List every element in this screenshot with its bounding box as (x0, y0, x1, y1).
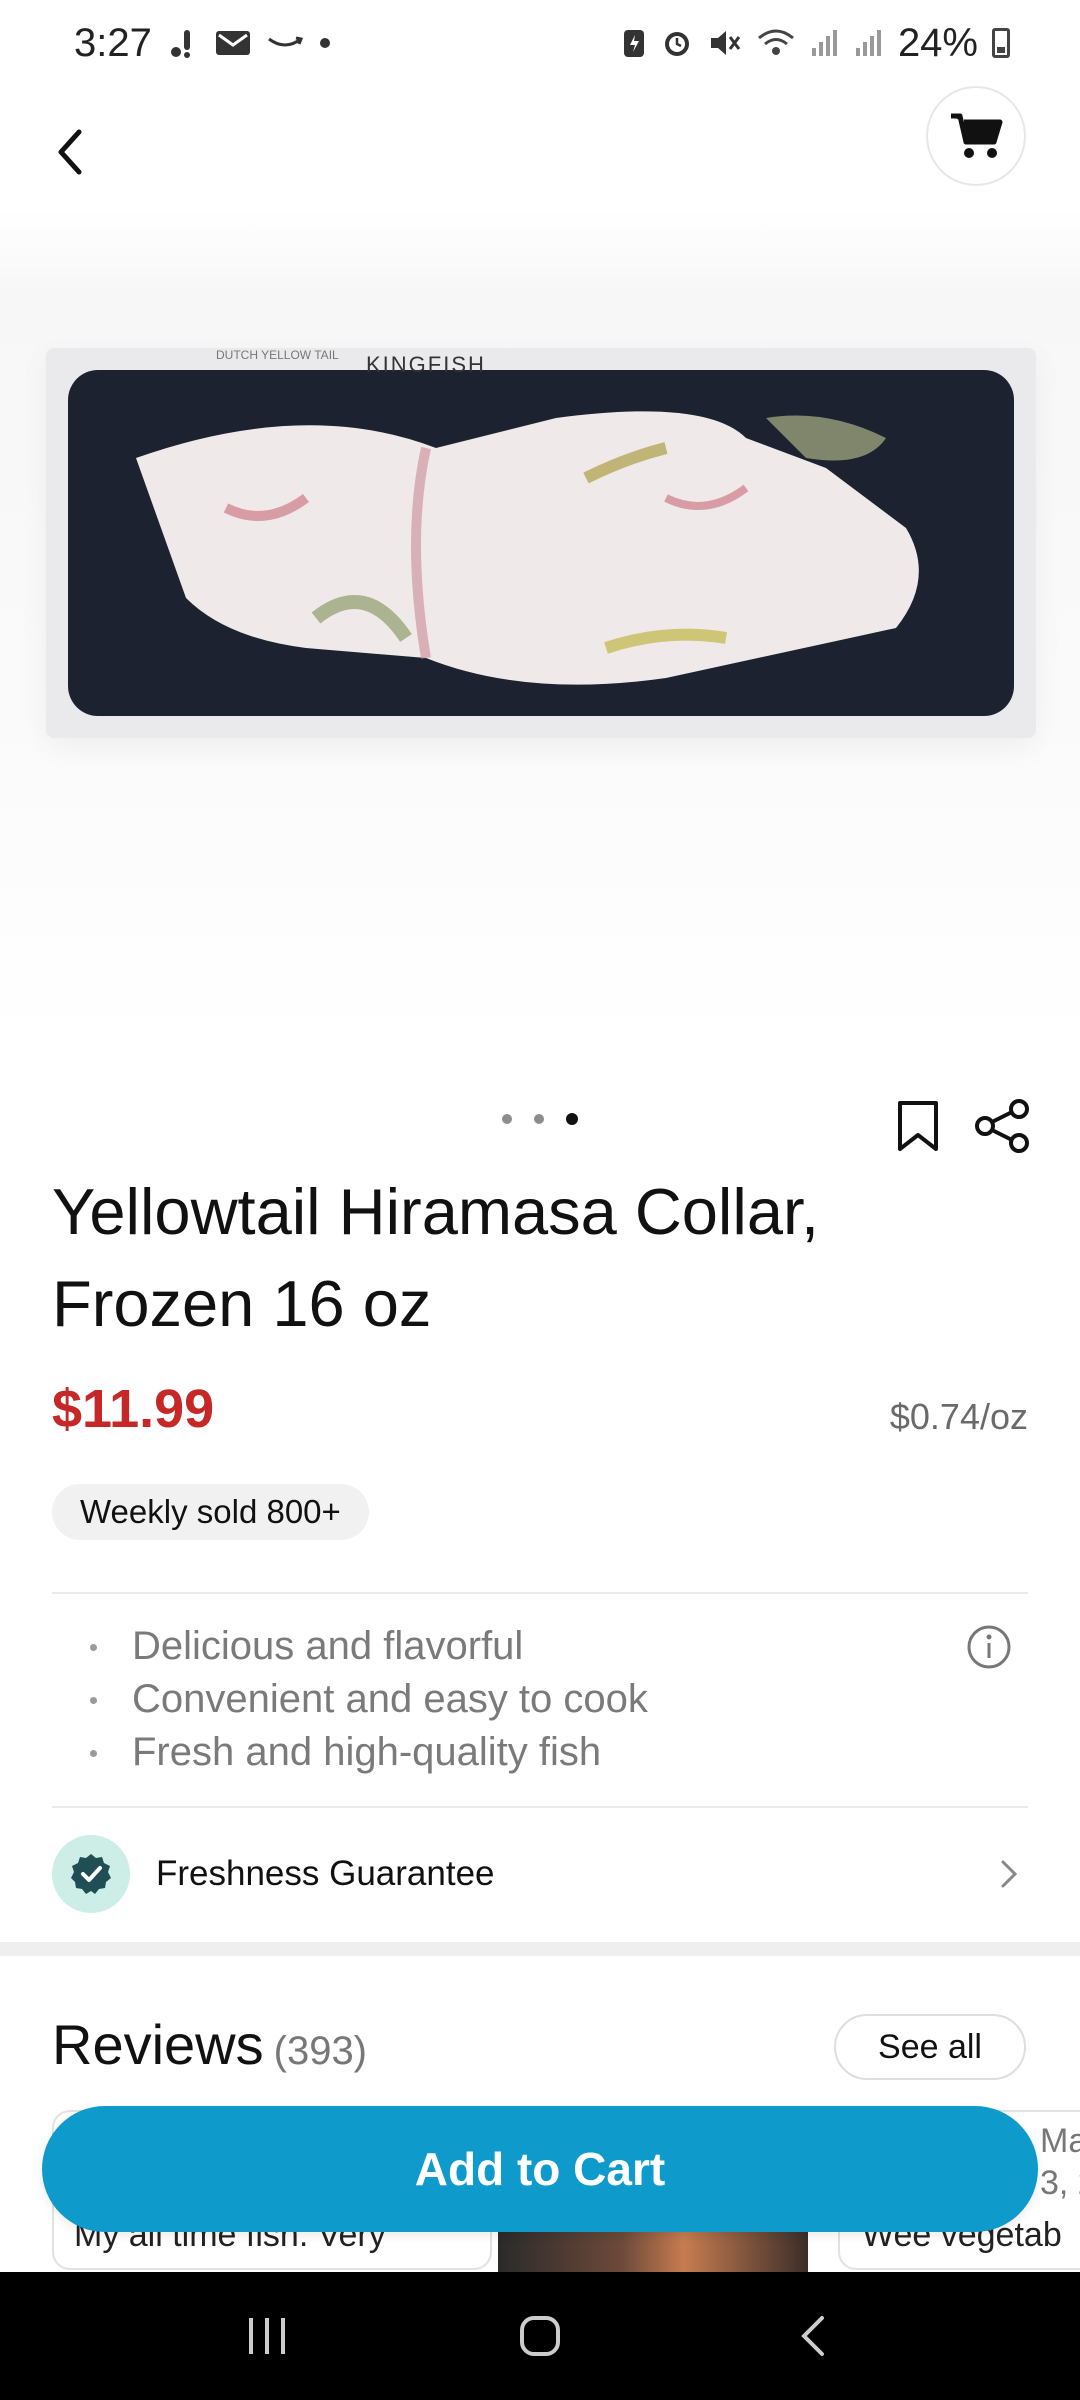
see-all-button[interactable]: See all (834, 2014, 1026, 2080)
status-time: 3:27 (74, 20, 152, 65)
status-left: 3:27 (74, 21, 332, 66)
pagination-dot[interactable] (502, 1114, 512, 1124)
back-button[interactable] (46, 112, 94, 192)
mute-icon (708, 26, 742, 60)
review-date: 3, 2 (1040, 2164, 1080, 2202)
chevron-left-icon (58, 129, 82, 175)
divider (52, 1592, 1028, 1594)
pagination-dot[interactable] (534, 1114, 544, 1124)
header (0, 86, 1080, 226)
signal-icon (854, 28, 884, 58)
home-button[interactable] (495, 2291, 585, 2381)
home-icon (519, 2316, 560, 2356)
recent-apps-icon (248, 2318, 285, 2354)
bookmark-icon (898, 1101, 938, 1151)
amazon-icon (266, 33, 304, 53)
freshness-label: Freshness Guarantee (156, 1854, 495, 1893)
dot-icon (318, 36, 332, 50)
divider (52, 1806, 1028, 1808)
back-nav-button[interactable] (768, 2291, 858, 2381)
feature-list: Delicious and flavorful Convenient and e… (86, 1620, 648, 1779)
share-button[interactable] (970, 1094, 1034, 1158)
fish-collar-image (136, 411, 919, 685)
status-bar: 3:27 24% (0, 0, 1080, 86)
system-nav-bar (0, 2272, 1080, 2400)
feature-item: Convenient and easy to cook (86, 1673, 648, 1726)
product-price: $11.99 (52, 1379, 215, 1439)
alarm-icon (660, 26, 694, 60)
battery-icon (992, 28, 1010, 58)
tray-brand: DUTCH YELLOW TAIL (216, 348, 339, 362)
cart-button[interactable] (926, 86, 1026, 186)
status-right: 24% (622, 21, 1010, 66)
feature-item: Delicious and flavorful (86, 1620, 648, 1673)
battery-percent: 24% (897, 20, 978, 65)
mail-icon (214, 28, 252, 58)
product-image-gallery[interactable]: KINGFISH DUTCH YELLOW TAIL (0, 210, 1080, 1040)
unit-price: $0.74/oz (889, 1396, 1028, 1437)
product-image: KINGFISH DUTCH YELLOW TAIL (46, 348, 1036, 738)
freshness-badge (52, 1835, 130, 1913)
product-title: Yellowtail Hiramasa Collar, Frozen 16 oz (52, 1175, 820, 1340)
tray-label: KINGFISH (366, 352, 486, 377)
reviews-title: Reviews (52, 2013, 264, 2076)
weekly-sold-badge: Weekly sold 800+ (52, 1484, 369, 1540)
add-to-cart-button[interactable]: Add to Cart (42, 2106, 1038, 2232)
cart-icon (951, 113, 1003, 158)
section-separator (0, 1942, 1080, 1956)
back-icon (801, 2316, 825, 2356)
chevron-right-icon (1001, 1860, 1018, 1888)
info-icon[interactable] (966, 1624, 1012, 1670)
freshness-guarantee-row[interactable]: Freshness Guarantee (52, 1835, 1028, 1913)
feature-item: Fresh and high-quality fish (86, 1726, 648, 1779)
bookmark-button[interactable] (890, 1096, 946, 1156)
reviews-heading: Reviews (393) (52, 2012, 367, 2077)
pagination-dot-active[interactable] (566, 1113, 578, 1125)
share-icon (975, 1099, 1029, 1153)
recent-apps-button[interactable] (222, 2291, 312, 2381)
review-author: Ma (1040, 2122, 1080, 2160)
battery-saver-icon (622, 27, 646, 59)
wifi-icon (756, 27, 796, 59)
notification-icon (166, 26, 200, 60)
signal-icon (810, 28, 840, 58)
check-badge-icon (71, 1854, 111, 1894)
reviews-count: (393) (273, 2029, 368, 2073)
